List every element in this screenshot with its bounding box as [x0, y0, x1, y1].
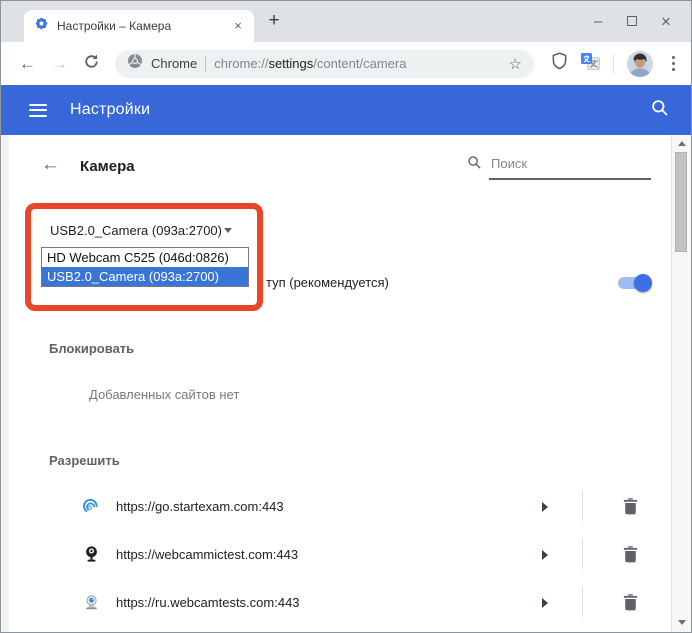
settings-gear-favicon-icon: [34, 16, 49, 36]
site-url: https://ru.webcamtests.com:443: [116, 595, 300, 610]
back-button[interactable]: ←: [19, 55, 36, 72]
search-input[interactable]: [489, 155, 651, 180]
row-divider: [582, 491, 583, 521]
startexam-arcs-icon: [83, 497, 100, 515]
site-row-webcamtests[interactable]: https://ru.webcamtests.com:443: [9, 578, 671, 626]
site-details-arrow-icon[interactable]: [541, 596, 551, 608]
browser-window: Настройки – Камера × + – × ← → Chrome ch…: [0, 0, 692, 633]
block-empty-text: Добавленных сайтов нет: [89, 387, 239, 402]
left-gutter: [1, 135, 9, 632]
webcam-blue-icon: [83, 593, 100, 611]
chevron-down-icon: [224, 228, 232, 233]
selected-device-value: USB2.0_Camera (093a:2700): [41, 223, 222, 238]
tab-close-icon[interactable]: ×: [230, 18, 246, 34]
search-icon: [467, 155, 482, 175]
allowed-sites-list: https://go.startexam.com:443: [9, 482, 671, 626]
chrome-logo-icon: [127, 53, 143, 74]
browser-menu-icon[interactable]: [666, 56, 681, 71]
block-section-label: Блокировать: [49, 341, 134, 356]
settings-search-icon[interactable]: [651, 99, 669, 122]
row-divider: [582, 539, 583, 569]
site-row-webcammictest[interactable]: https://webcammictest.com:443: [9, 530, 671, 578]
toolbar-right-icons: [551, 51, 681, 77]
minimize-button[interactable]: –: [581, 13, 615, 30]
camera-device-listbox: HD Webcam C525 (046d:0826) USB2.0_Camera…: [41, 247, 249, 287]
camera-settings-page: ← Камера туп (рекомендуется) USB2.0_Came…: [1, 135, 691, 632]
camera-device-select[interactable]: USB2.0_Camera (093a:2700): [41, 215, 241, 245]
settings-app-bar: Настройки: [1, 85, 691, 135]
new-tab-button[interactable]: +: [262, 9, 286, 33]
shield-extension-icon[interactable]: [551, 52, 568, 75]
scrollbar-thumb[interactable]: [675, 152, 687, 252]
site-details-arrow-icon[interactable]: [541, 548, 551, 560]
site-details-arrow-icon[interactable]: [541, 500, 551, 512]
url-text[interactable]: chrome://settings/content/camera: [214, 56, 500, 71]
device-option-hd-webcam[interactable]: HD Webcam C525 (046d:0826): [42, 248, 248, 267]
maximize-button[interactable]: [615, 13, 649, 30]
window-controls: – ×: [581, 1, 683, 42]
page-scrollbar[interactable]: [671, 135, 691, 632]
site-url: https://go.startexam.com:443: [116, 499, 284, 514]
bookmark-star-icon[interactable]: ☆: [509, 55, 522, 73]
page-title: Камера: [80, 158, 135, 175]
scrollbar-down-icon[interactable]: [672, 620, 691, 625]
profile-avatar[interactable]: [627, 51, 653, 77]
site-row-startexam[interactable]: https://go.startexam.com:443: [9, 482, 671, 530]
site-url: https://webcammictest.com:443: [116, 547, 298, 562]
browser-tab[interactable]: Настройки – Камера ×: [24, 10, 254, 42]
scrollbar-up-icon[interactable]: [672, 141, 691, 146]
close-window-button[interactable]: ×: [649, 12, 683, 32]
translate-extension-icon[interactable]: [581, 53, 600, 75]
device-option-usb-camera[interactable]: USB2.0_Camera (093a:2700): [42, 267, 248, 286]
browser-toolbar: ← → Chrome chrome://settings/content/cam…: [1, 42, 691, 85]
maximize-icon: [627, 16, 637, 26]
delete-site-trash-icon[interactable]: [623, 498, 638, 515]
site-settings-label: Chrome: [151, 56, 197, 71]
title-bar: Настройки – Камера × + – ×: [1, 1, 691, 42]
row-divider: [582, 587, 583, 617]
omnibox-divider: [205, 56, 206, 72]
ask-permission-label-fragment: туп (рекомендуется): [266, 275, 389, 290]
tab-title: Настройки – Камера: [57, 19, 222, 33]
page-back-button[interactable]: ←: [41, 154, 60, 176]
forward-button[interactable]: →: [51, 55, 68, 72]
allow-section-label: Разрешить: [49, 453, 120, 468]
reload-button[interactable]: [83, 53, 100, 75]
delete-site-trash-icon[interactable]: [623, 594, 638, 611]
webcam-dark-icon: [83, 545, 100, 563]
hamburger-menu-icon[interactable]: [29, 104, 47, 117]
ask-permission-toggle[interactable]: [618, 274, 650, 292]
address-bar[interactable]: Chrome chrome://settings/content/camera …: [115, 50, 534, 78]
page-search: [467, 155, 651, 180]
toggle-knob: [634, 274, 652, 292]
toolbar-divider: [613, 55, 614, 73]
delete-site-trash-icon[interactable]: [623, 546, 638, 563]
settings-title: Настройки: [70, 101, 150, 119]
